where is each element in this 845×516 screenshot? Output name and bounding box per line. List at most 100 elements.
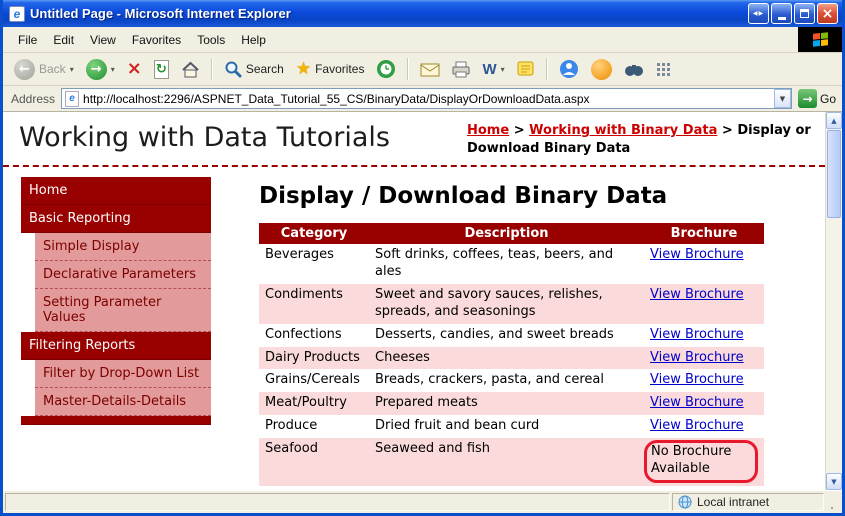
menu-file[interactable]: File	[11, 30, 44, 50]
breadcrumb-link-section[interactable]: Working with Binary Data	[529, 123, 717, 138]
table-header: CategoryDescriptionBrochure	[259, 223, 764, 244]
page-title: Display / Download Binary Data	[259, 183, 825, 209]
favorites-button[interactable]: ★ Favorites	[291, 57, 370, 81]
site-header: Working with Data Tutorials Home > Worki…	[3, 112, 825, 167]
research-button[interactable]	[619, 60, 649, 79]
go-button[interactable]: → Go	[798, 89, 836, 108]
sidebar-item-basic-reporting[interactable]: Basic Reporting	[21, 205, 211, 233]
sidebar-item-home[interactable]: Home	[21, 177, 211, 205]
home-icon	[181, 61, 200, 78]
msn-button[interactable]	[586, 57, 617, 82]
table-row-dairy-products: Dairy ProductsCheesesView Brochure	[259, 347, 764, 370]
flag-blue	[813, 40, 820, 47]
description-cell: Prepared meats	[369, 392, 644, 415]
description-cell: Sweet and savory sauces, relishes, sprea…	[369, 284, 644, 324]
back-icon: ←	[14, 59, 35, 80]
menu-favorites[interactable]: Favorites	[125, 30, 188, 50]
scroll-down-button[interactable]: ▼	[826, 473, 842, 490]
stop-button[interactable]: ×	[122, 58, 147, 80]
category-cell: Seafood	[259, 438, 369, 486]
forward-icon: →	[86, 59, 107, 80]
home-button[interactable]	[176, 59, 205, 80]
brochure-cell: View Brochure	[644, 284, 764, 324]
view-brochure-link[interactable]: View Brochure	[650, 350, 744, 365]
brochure-cell: No Brochure Available	[644, 438, 764, 486]
window-nav-button[interactable]: ◀▶	[748, 3, 769, 24]
ie-e-glyph: e	[14, 8, 21, 20]
title-bar[interactable]: e Untitled Page - Microsoft Internet Exp…	[3, 0, 842, 27]
search-button[interactable]: Search	[219, 58, 289, 80]
breadcrumb-separator: >	[717, 123, 737, 138]
discuss-button[interactable]	[512, 59, 540, 79]
description-cell: Soft drinks, coffees, teas, beers, and a…	[369, 244, 644, 284]
toolbar-separator	[211, 58, 213, 80]
favorites-icon: ★	[296, 59, 311, 79]
sidebar-item-setting-parameter-values[interactable]: Setting Parameter Values	[35, 289, 211, 332]
status-bar: Local intranet	[3, 490, 842, 513]
window-title: Untitled Page - Microsoft Internet Explo…	[30, 6, 741, 21]
address-input[interactable]: e http://localhost:2296/ASPNET_Data_Tuto…	[61, 88, 792, 109]
breadcrumb: Home > Working with Binary Data > Displa…	[467, 122, 817, 157]
menu-help[interactable]: Help	[234, 30, 273, 50]
table-row-produce: ProduceDried fruit and bean curdView Bro…	[259, 415, 764, 438]
messenger-button[interactable]	[554, 57, 584, 81]
browser-window: e Untitled Page - Microsoft Internet Exp…	[0, 0, 845, 516]
edit-dropdown-icon: ▾	[501, 65, 505, 74]
view-brochure-link[interactable]: View Brochure	[650, 247, 744, 262]
refresh-button[interactable]: ↻	[149, 58, 174, 81]
security-zone-pane: Local intranet	[672, 493, 824, 511]
scrollbar-track[interactable]	[826, 129, 842, 473]
address-bar: Address e http://localhost:2296/ASPNET_D…	[3, 86, 842, 112]
description-cell: Cheeses	[369, 347, 644, 370]
quick-launch-button[interactable]	[651, 60, 676, 79]
breadcrumb-separator: >	[509, 123, 529, 138]
flag-yellow	[821, 39, 828, 46]
view-brochure-link[interactable]: View Brochure	[650, 327, 744, 342]
close-button[interactable]: ×	[817, 3, 838, 24]
word-icon: W	[482, 61, 496, 78]
address-dropdown-button[interactable]: ▼	[774, 89, 791, 108]
breadcrumb-link-home[interactable]: Home	[467, 123, 509, 138]
stop-icon: ×	[127, 60, 142, 78]
menu-view[interactable]: View	[83, 30, 123, 50]
back-button[interactable]: ← Back ▾	[9, 57, 79, 82]
category-cell: Beverages	[259, 244, 369, 284]
favorites-label: Favorites	[315, 62, 364, 76]
table-row-condiments: CondimentsSweet and savory sauces, relis…	[259, 284, 764, 324]
sidebar-item-filtering-reports[interactable]: Filtering Reports	[21, 332, 211, 360]
table-row-seafood: SeafoodSeaweed and fishNo Brochure Avail…	[259, 438, 764, 486]
menu-edit[interactable]: Edit	[46, 30, 81, 50]
mail-icon	[420, 62, 440, 77]
sidebar-item-simple-display[interactable]: Simple Display	[35, 233, 211, 261]
history-button[interactable]	[371, 57, 401, 81]
address-label: Address	[11, 92, 55, 106]
sidebar-item-declarative-parameters[interactable]: Declarative Parameters	[35, 261, 211, 289]
scrollbar-thumb[interactable]	[827, 130, 841, 218]
menu-tools[interactable]: Tools	[190, 30, 232, 50]
resize-grip[interactable]	[826, 493, 840, 511]
forward-button[interactable]: → ▾	[81, 57, 120, 82]
no-brochure-annotation-circle: No Brochure Available	[644, 440, 758, 483]
maximize-button[interactable]	[794, 3, 815, 24]
view-brochure-link[interactable]: View Brochure	[650, 418, 744, 433]
sidebar-item-partial[interactable]	[21, 416, 211, 425]
sidebar-item-master-details-details[interactable]: Master-Details-Details	[35, 388, 211, 416]
window-controls: ◀▶ ×	[746, 3, 838, 24]
description-cell: Desserts, candies, and sweet breads	[369, 324, 644, 347]
mail-button[interactable]	[415, 60, 445, 79]
view-brochure-link[interactable]: View Brochure	[650, 395, 744, 410]
scroll-up-button[interactable]: ▲	[826, 112, 842, 129]
minimize-button[interactable]	[771, 3, 792, 24]
description-cell: Breads, crackers, pasta, and cereal	[369, 369, 644, 392]
minimize-icon	[778, 17, 786, 20]
table-row-beverages: BeveragesSoft drinks, coffees, teas, bee…	[259, 244, 764, 284]
print-button[interactable]	[447, 59, 475, 80]
sidebar-item-filter-by-drop-down-list[interactable]: Filter by Drop-Down List	[35, 360, 211, 388]
view-brochure-link[interactable]: View Brochure	[650, 287, 744, 302]
print-icon	[452, 61, 470, 78]
edit-with-word-button[interactable]: W ▾	[477, 59, 509, 80]
view-brochure-link[interactable]: View Brochure	[650, 372, 744, 387]
vertical-scrollbar[interactable]: ▲ ▼	[825, 112, 842, 490]
research-icon	[624, 62, 644, 77]
category-cell: Meat/Poultry	[259, 392, 369, 415]
